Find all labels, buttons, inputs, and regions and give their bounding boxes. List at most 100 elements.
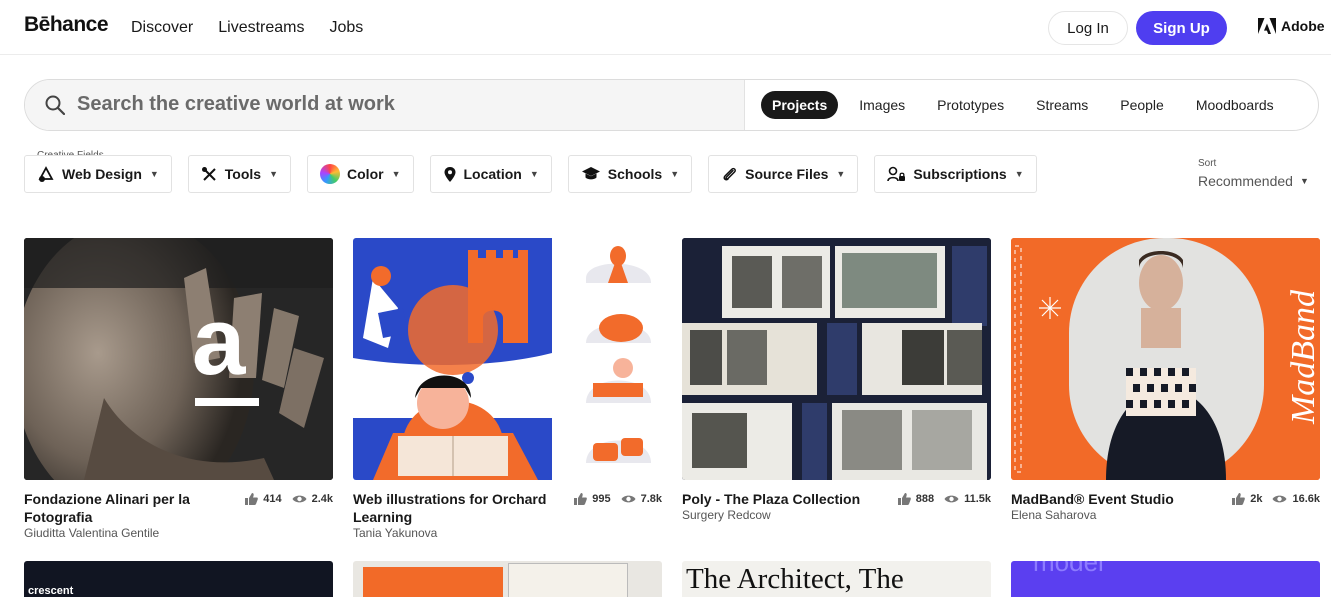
search-bar: Search the creative world at work Projec… [24, 79, 1319, 131]
tab-moodboards[interactable]: Moodboards [1185, 91, 1285, 119]
signup-button[interactable]: Sign Up [1136, 11, 1227, 45]
filter-web-design[interactable]: Web Design ▼ [24, 155, 172, 193]
filter-label: Location [463, 166, 522, 182]
project-owner[interactable]: Tania Yakunova [353, 526, 662, 540]
views: 16.6k [1272, 493, 1320, 505]
filter-color[interactable]: Color ▼ [307, 155, 414, 193]
paperclip-icon [723, 167, 737, 181]
tools-icon [201, 166, 216, 181]
event-studio-artwork [1011, 238, 1320, 480]
likes-count: 995 [592, 492, 611, 505]
filter-source-files[interactable]: Source Files ▼ [708, 155, 859, 193]
project-thumbnail[interactable]: a [24, 238, 333, 480]
project-thumbnail[interactable] [353, 561, 662, 597]
tab-people[interactable]: People [1109, 91, 1175, 119]
search-field[interactable]: Search the creative world at work [25, 80, 745, 130]
chevron-down-icon: ▼ [529, 169, 539, 179]
nav-discover[interactable]: Discover [131, 19, 193, 37]
chevron-down-icon: ▼ [391, 169, 401, 179]
search-input[interactable]: Search the creative world at work [77, 93, 395, 116]
project-thumbnail[interactable]: crescent [24, 561, 333, 597]
likes-count: 2k [1250, 492, 1263, 505]
illustration-art [353, 238, 651, 480]
eye-icon [292, 495, 307, 502]
project-stats: 888 11.5k [897, 492, 991, 505]
filter-subscriptions[interactable]: Subscriptions ▼ [874, 155, 1037, 193]
subscriptions-icon [887, 166, 906, 181]
thumbnail-text: model [1033, 561, 1104, 577]
project-thumbnail[interactable]: model [1011, 561, 1320, 597]
chevron-down-icon: ▼ [1014, 169, 1024, 179]
search-type-tabs: Projects Images Prototypes Streams Peopl… [761, 91, 1295, 119]
chevron-down-icon: ▼ [149, 169, 159, 179]
sort-dropdown[interactable]: Recommended ▼ [1198, 173, 1309, 189]
project-card[interactable]: Web illustrations for Orchard Learning T… [353, 238, 662, 540]
filter-label: Schools [607, 166, 663, 182]
views-count: 2.4k [311, 492, 333, 505]
filter-label: Web Design [62, 166, 142, 182]
notebook-page [508, 563, 628, 597]
adobe-logo-icon [1258, 18, 1276, 34]
behance-logo[interactable]: Bēhance [24, 13, 109, 37]
project-thumbnail[interactable] [353, 238, 662, 480]
filter-label: Tools [224, 166, 262, 182]
card-meta: Web illustrations for Orchard Learning T… [353, 490, 662, 540]
appreciations: 414 [244, 492, 282, 505]
project-title[interactable]: MadBand® Event Studio [1011, 490, 1206, 508]
portrait-photo [24, 238, 333, 480]
project-thumbnail[interactable] [682, 238, 991, 480]
project-thumbnail[interactable]: MadBand [1011, 238, 1320, 480]
sort-value: Recommended [1198, 173, 1293, 189]
madband-wordmark: MadBand [1285, 289, 1320, 425]
tab-streams[interactable]: Streams [1025, 91, 1099, 119]
project-card[interactable]: a Fondazione Alinari per la Fotografia G… [24, 238, 333, 540]
eye-icon [621, 495, 636, 502]
project-title[interactable]: Poly - The Plaza Collection [682, 490, 877, 508]
location-pin-icon [444, 166, 455, 182]
nav-jobs[interactable]: Jobs [329, 19, 363, 37]
card-meta: MadBand® Event Studio Elena Saharova 2k … [1011, 490, 1320, 522]
main-nav: Discover Livestreams Jobs [131, 19, 363, 37]
project-card[interactable]: Poly - The Plaza Collection Surgery Redc… [682, 238, 991, 522]
adobe-link[interactable]: Adobe [1258, 18, 1325, 34]
likes-count: 414 [263, 492, 282, 505]
thumbs-up-icon [574, 493, 588, 505]
filter-tools[interactable]: Tools ▼ [187, 155, 292, 193]
project-owner[interactable]: Elena Saharova [1011, 508, 1320, 522]
eye-icon [944, 495, 959, 502]
chevron-down-icon: ▼ [269, 169, 279, 179]
project-stats: 995 7.8k [573, 492, 662, 505]
filter-label: Source Files [745, 166, 829, 182]
views-count: 11.5k [964, 492, 991, 505]
project-owner[interactable]: Giuditta Valentina Gentile [24, 526, 333, 540]
project-title[interactable]: Web illustrations for Orchard Learning [353, 490, 548, 526]
login-button[interactable]: Log In [1048, 11, 1128, 45]
foundation-logo-bar [195, 398, 259, 406]
project-stats: 414 2.4k [244, 492, 333, 505]
project-title[interactable]: Fondazione Alinari per la Fotografia [24, 490, 219, 526]
appreciations: 888 [897, 492, 934, 505]
appreciations: 2k [1231, 492, 1262, 505]
filter-bar: Web Design ▼ Tools ▼ Color ▼ Location ▼ … [24, 155, 1037, 193]
adobe-label: Adobe [1281, 18, 1325, 34]
tab-prototypes[interactable]: Prototypes [926, 91, 1015, 119]
tab-images[interactable]: Images [848, 91, 916, 119]
project-stats: 2k 16.6k [1231, 492, 1320, 505]
filter-schools[interactable]: Schools ▼ [567, 155, 693, 193]
likes-count: 888 [915, 492, 935, 505]
nav-livestreams[interactable]: Livestreams [218, 19, 304, 37]
tab-projects[interactable]: Projects [761, 91, 839, 119]
color-wheel-icon [320, 164, 341, 184]
thumbnail-text: crescent [28, 585, 74, 597]
web-design-icon [38, 166, 54, 182]
views: 2.4k [292, 493, 333, 505]
project-thumbnail[interactable]: The Architect, The [682, 561, 991, 597]
thumbs-up-icon [245, 493, 259, 505]
thumbnail-text: The Architect, The [686, 563, 904, 595]
views: 7.8k [621, 493, 662, 505]
filter-location[interactable]: Location ▼ [429, 155, 552, 193]
eye-icon [1272, 495, 1287, 502]
project-owner[interactable]: Surgery Redcow [682, 508, 991, 522]
orange-page [363, 567, 503, 597]
project-card[interactable]: MadBand MadBand® Event Studio Elena Saha… [1011, 238, 1320, 522]
